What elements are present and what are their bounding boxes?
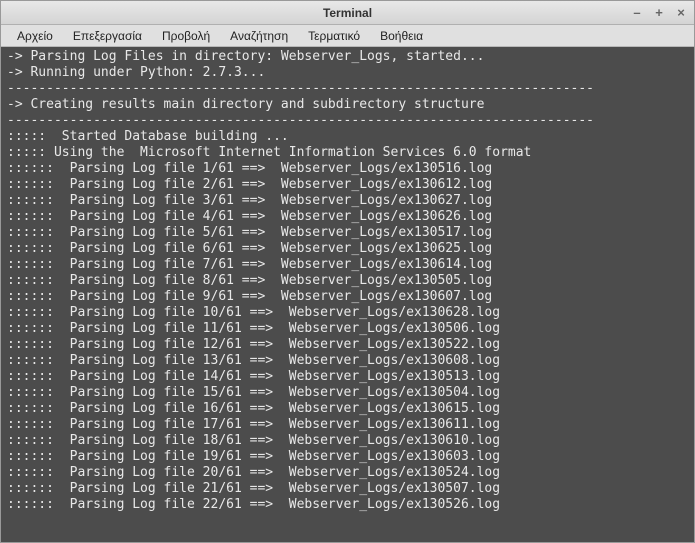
- menu-help[interactable]: Βοήθεια: [370, 27, 433, 45]
- maximize-button[interactable]: +: [652, 5, 666, 20]
- menu-file[interactable]: Αρχείο: [7, 27, 63, 45]
- menu-edit[interactable]: Επεξεργασία: [63, 27, 152, 45]
- menu-terminal[interactable]: Τερματικό: [298, 27, 370, 45]
- close-button[interactable]: ×: [674, 5, 688, 20]
- menu-search[interactable]: Αναζήτηση: [220, 27, 298, 45]
- terminal-output[interactable]: -> Parsing Log Files in directory: Webse…: [1, 47, 694, 542]
- window-controls: – + ×: [630, 1, 688, 24]
- menu-view[interactable]: Προβολή: [152, 27, 220, 45]
- window-title: Terminal: [323, 6, 372, 20]
- titlebar[interactable]: Terminal – + ×: [1, 1, 694, 25]
- terminal-window: Terminal – + × Αρχείο Επεξεργασία Προβολ…: [0, 0, 695, 543]
- menubar: Αρχείο Επεξεργασία Προβολή Αναζήτηση Τερ…: [1, 25, 694, 47]
- minimize-button[interactable]: –: [630, 5, 644, 20]
